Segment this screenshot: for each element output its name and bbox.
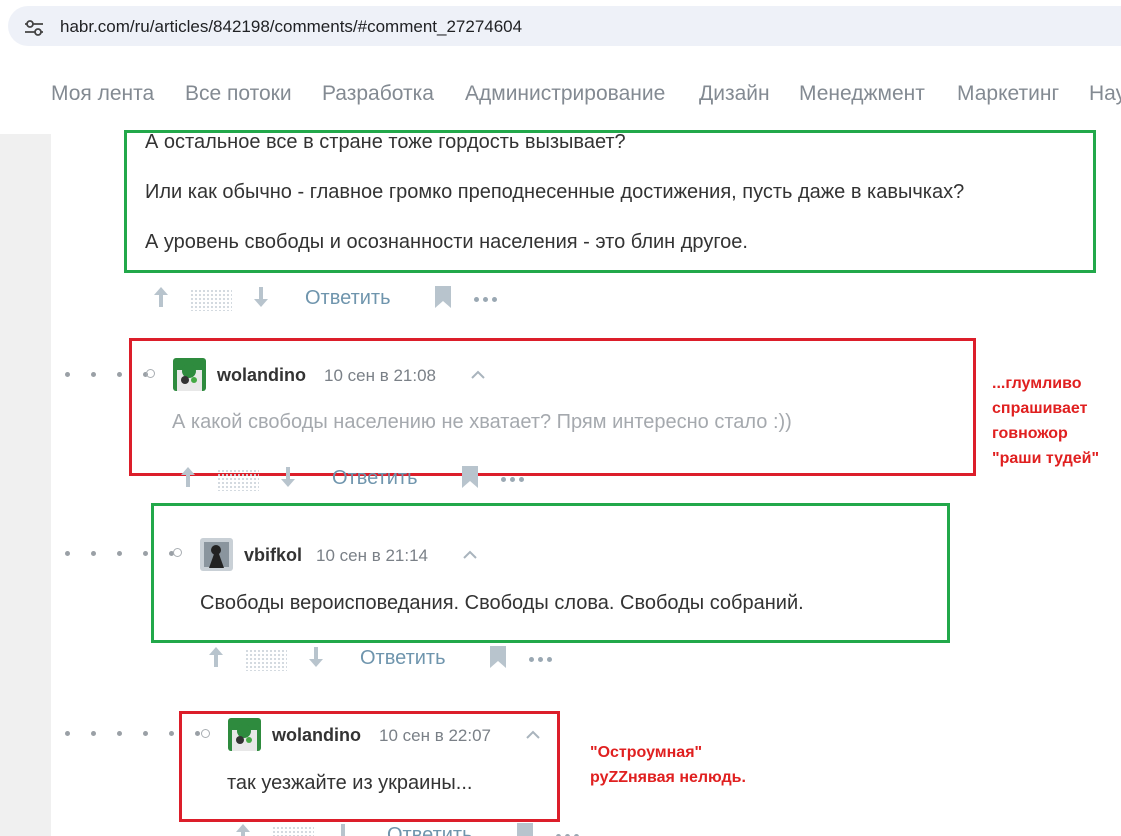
annotation-line: говножор	[992, 425, 1068, 442]
downvote-icon[interactable]	[279, 465, 297, 489]
site-settings-icon[interactable]	[24, 20, 44, 36]
upvote-icon[interactable]	[152, 285, 170, 309]
url-text: habr.com/ru/articles/842198/comments/#co…	[60, 17, 523, 36]
bookmark-icon[interactable]	[461, 465, 479, 489]
rating-score	[217, 469, 259, 491]
comment-actions: Ответить	[205, 645, 565, 675]
nav-all-streams[interactable]: Все потоки	[185, 82, 292, 106]
upvote-icon[interactable]	[207, 645, 225, 669]
nav-administration[interactable]: Администрирование	[465, 82, 665, 106]
comment-actions: Ответить	[177, 465, 537, 495]
rating-score	[190, 289, 232, 311]
downvote-icon[interactable]	[334, 822, 352, 836]
highlight-box-red	[179, 711, 560, 822]
annotation-line: "Остроумная"	[590, 744, 703, 761]
rating-score	[272, 826, 314, 836]
rating-score	[245, 649, 287, 671]
highlight-box-red	[129, 338, 976, 476]
bookmark-icon[interactable]	[489, 645, 507, 669]
annotation-line: ...глумливо	[992, 375, 1082, 392]
url-field[interactable]: habr.com/ru/articles/842198/comments/#co…	[8, 6, 1121, 46]
reply-button[interactable]: Ответить	[332, 467, 418, 490]
downvote-icon[interactable]	[307, 645, 325, 669]
annotation-line: "раши тудей"	[992, 450, 1100, 467]
bookmark-icon[interactable]	[516, 822, 534, 836]
nav-design[interactable]: Дизайн	[699, 82, 770, 106]
more-icon[interactable]	[529, 657, 552, 662]
nav-development[interactable]: Разработка	[322, 82, 434, 106]
highlight-box-green	[124, 130, 1096, 273]
hub-navigation: Моя лента Все потоки Разработка Админист…	[0, 54, 1121, 135]
highlight-box-green	[151, 503, 950, 643]
reply-button[interactable]: Ответить	[387, 824, 473, 836]
annotation-text: "Остроумная" руZZнявая нелюдь.	[590, 740, 746, 790]
bookmark-icon[interactable]	[434, 285, 452, 309]
downvote-icon[interactable]	[252, 285, 270, 309]
nav-my-feed[interactable]: Моя лента	[51, 82, 154, 106]
annotation-text: ...глумливо спрашивает говножор "раши ту…	[992, 371, 1099, 471]
annotation-line: спрашивает	[992, 400, 1088, 417]
upvote-icon[interactable]	[234, 822, 252, 836]
reply-button[interactable]: Ответить	[305, 287, 391, 310]
page-gutter	[0, 134, 51, 836]
comment-actions: Ответить	[150, 285, 510, 315]
comment-actions: Ответить	[232, 822, 592, 836]
nav-science[interactable]: Нау	[1089, 82, 1121, 106]
nav-management[interactable]: Менеджмент	[799, 82, 925, 106]
annotation-line: руZZнявая нелюдь.	[590, 769, 746, 786]
more-icon[interactable]	[501, 477, 524, 482]
more-icon[interactable]	[474, 297, 497, 302]
nav-marketing[interactable]: Маркетинг	[957, 82, 1059, 106]
browser-address-bar: habr.com/ru/articles/842198/comments/#co…	[0, 0, 1121, 54]
reply-button[interactable]: Ответить	[360, 647, 446, 670]
upvote-icon[interactable]	[179, 465, 197, 489]
